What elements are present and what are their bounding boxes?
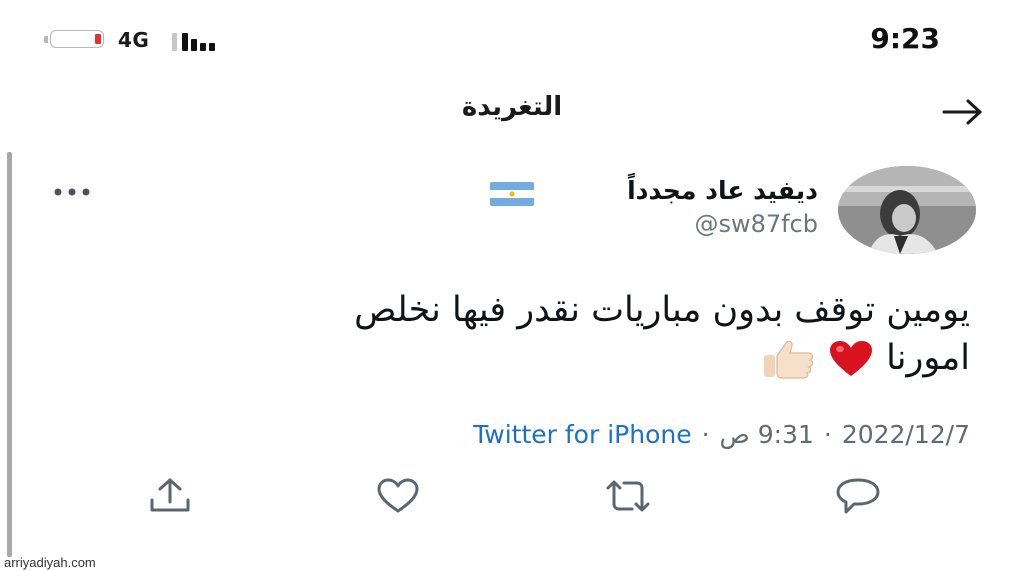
signal-strength-icon [172,31,222,51]
tweet-text: يومين توقف بدون مباريات نقدر فيها نخلص ا… [90,286,970,382]
page-title: التغريدة [461,92,563,122]
retweet-icon[interactable] [604,476,652,516]
tweet-text-line-2-text: امورنا [886,338,970,378]
user-name[interactable]: ديفيد عاد مجدداً [627,176,818,205]
tweet-time: 9:31 ص [719,420,814,449]
status-time: 9:23 [870,22,940,55]
meta-separator: · [823,420,832,449]
tweet-actions [0,470,1024,520]
thumbs-up-emoji [764,340,814,379]
reply-icon[interactable] [834,476,882,516]
watermark: arriyadiyah.com [4,555,96,570]
status-bar: 4G 9:23 [0,0,1024,80]
red-heart-emoji [830,341,873,376]
user-handle[interactable]: @sw87fcb [694,210,818,238]
tweet-date: 2022/12/7 [841,420,970,449]
share-icon[interactable] [146,476,194,516]
tweet-text-line-1: يومين توقف بدون مباريات نقدر فيها نخلص [354,290,970,330]
tweet-screen: 4G 9:23 التغريدة ديفيد عاد مجدداً @sw87f… [0,0,1024,571]
heart-icon[interactable] [374,476,422,516]
battery-icon [44,30,106,50]
tweet-source-link[interactable]: Twitter for iPhone [473,420,691,449]
tweet-text-line-2: امورنا [90,334,970,382]
argentina-flag-icon [490,182,534,206]
page-header: التغريدة [0,84,1024,140]
arrow-right-icon[interactable] [940,96,986,128]
tweet-metadata: Twitter for iPhone · 9:31 ص · 2022/12/7 [473,420,970,449]
more-dots-icon[interactable] [52,186,92,198]
network-type: 4G [118,28,150,52]
meta-separator: · [701,420,710,449]
avatar[interactable] [838,166,976,254]
